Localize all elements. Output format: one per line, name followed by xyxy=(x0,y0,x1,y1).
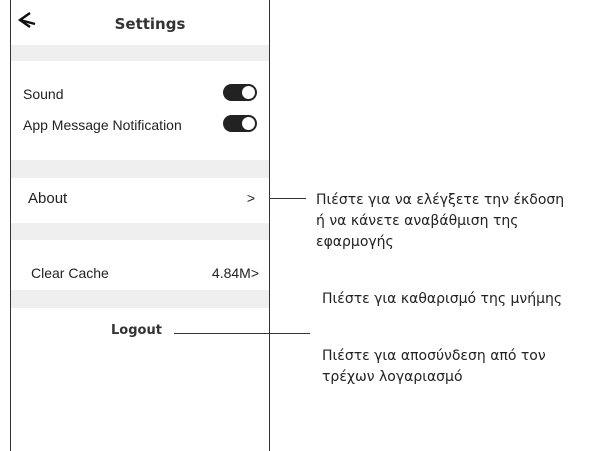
notification-toggle[interactable] xyxy=(223,115,257,132)
section-divider xyxy=(11,290,269,308)
section-divider xyxy=(11,45,269,61)
toggle-knob xyxy=(242,117,255,130)
about-annotation: Πιέστε για να ελέγξετε την έκδοση ή να κ… xyxy=(316,190,564,253)
cache-size-value: 4.84M> xyxy=(211,265,259,281)
about-annotation-line: ή να κάνετε αναβάθμιση της xyxy=(316,213,519,229)
chevron-right-icon: > xyxy=(246,190,255,206)
notification-row: App Message Notification xyxy=(11,114,269,138)
about-leader-line xyxy=(270,198,306,199)
about-annotation-line: εφαρμογής xyxy=(316,234,394,250)
logout-button[interactable]: Logout xyxy=(111,323,162,338)
logout-annotation-line: τρέχων λογαριασμό xyxy=(322,369,463,385)
sound-toggle[interactable] xyxy=(223,84,257,101)
sound-label: Sound xyxy=(23,86,64,102)
page-title: Settings xyxy=(114,15,186,33)
clear-cache-annotation: Πιέστε για καθαρισμό της μνήμης xyxy=(322,291,563,307)
section-divider xyxy=(11,223,269,240)
settings-screen: Settings Sound App Message Notification … xyxy=(10,0,270,451)
sound-row: Sound xyxy=(11,83,269,107)
logout-leader-line xyxy=(174,333,310,334)
section-divider xyxy=(11,160,269,178)
about-row[interactable]: About > xyxy=(11,180,269,218)
about-annotation-line: Πιέστε για να ελέγξετε την έκδοση xyxy=(316,192,565,208)
about-label: About xyxy=(28,190,68,207)
clear-cache-label: Clear Cache xyxy=(31,265,109,281)
toggle-knob xyxy=(242,86,255,99)
logout-annotation: Πιέστε για αποσύνδεση από τον τρέχων λογ… xyxy=(322,346,546,388)
logout-annotation-line: Πιέστε για αποσύνδεση από τον xyxy=(322,348,546,364)
settings-header: Settings xyxy=(11,0,269,45)
clear-cache-row[interactable]: Clear Cache 4.84M> xyxy=(11,258,269,288)
notification-label: App Message Notification xyxy=(23,117,182,133)
